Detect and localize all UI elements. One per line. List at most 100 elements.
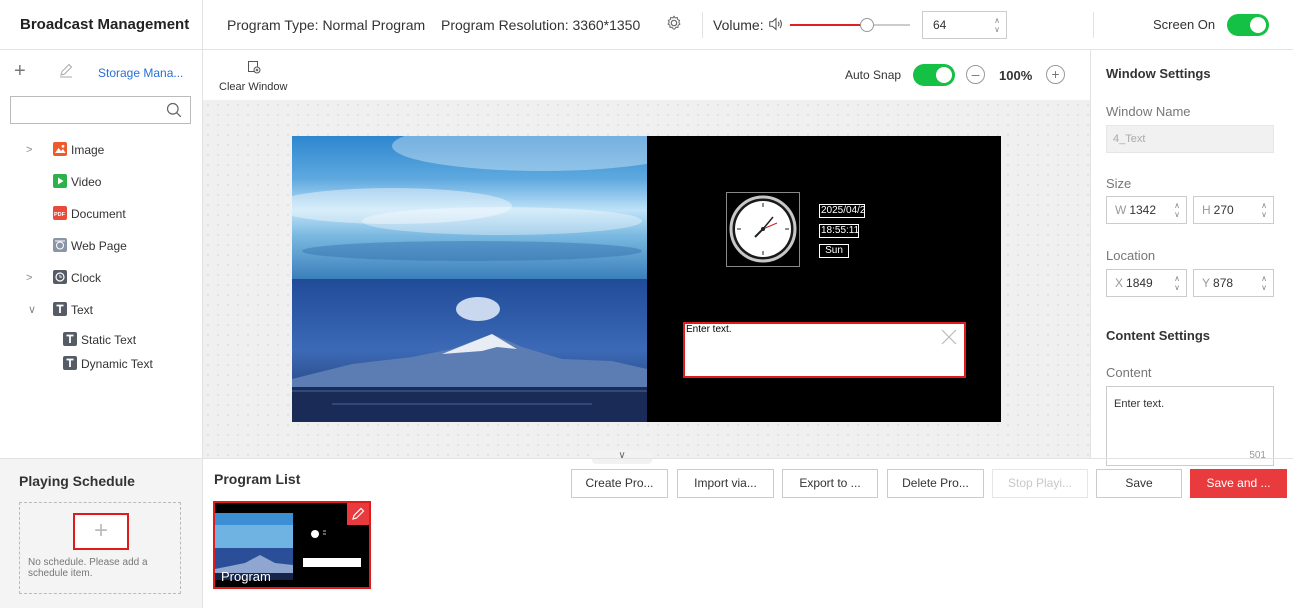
- add-icon[interactable]: +: [14, 60, 26, 83]
- svg-text:PDF: PDF: [54, 212, 66, 218]
- zoom-in-button[interactable]: +: [1046, 65, 1065, 84]
- volume-slider-fill: [790, 24, 867, 26]
- edit-program-button[interactable]: [347, 503, 369, 525]
- clock-icon: [53, 270, 67, 284]
- volume-input[interactable]: 64 ∧ ∨: [922, 11, 1007, 39]
- top-bar: Broadcast Management Program Type: Norma…: [0, 0, 1293, 50]
- clock-time: 18:55:11: [819, 224, 859, 238]
- program-resolution-label: Program Resolution: 3360*1350: [441, 17, 641, 33]
- tree-item-label: Image: [71, 143, 105, 157]
- chevron-right-icon[interactable]: >: [26, 140, 32, 160]
- tree-item-label: Dynamic Text: [81, 357, 153, 371]
- material-search[interactable]: [10, 96, 191, 124]
- image-window-mountain[interactable]: [292, 279, 647, 422]
- image-icon: [53, 142, 67, 156]
- divider: [1093, 12, 1094, 38]
- tree-item-label: Document: [71, 207, 126, 221]
- text-icon: [63, 356, 77, 370]
- volume-slider-handle[interactable]: [859, 18, 874, 32]
- height-field[interactable]: H 270 ∧ ∨: [1193, 196, 1274, 224]
- tree-item-static-text[interactable]: Static Text: [63, 330, 136, 350]
- storage-management-link[interactable]: Storage Mana...: [98, 66, 183, 80]
- x-spinner-icon[interactable]: ∧ ∨: [1174, 274, 1180, 292]
- auto-snap-toggle[interactable]: [913, 64, 955, 86]
- speaker-icon[interactable]: [767, 15, 785, 33]
- edit-icon: [352, 507, 365, 520]
- mountain-image: [292, 297, 647, 422]
- screen-on-toggle[interactable]: [1227, 14, 1269, 36]
- playing-schedule-heading: Playing Schedule: [19, 473, 135, 489]
- program-thumbnail[interactable]: Program: [213, 501, 371, 589]
- content-value: Enter text.: [1114, 398, 1165, 410]
- gear-icon[interactable]: [665, 14, 683, 32]
- program-list-heading: Program List: [214, 471, 301, 487]
- program-screen[interactable]: 2025/04/2 18:55:11 Sun Enter text.: [292, 136, 1001, 422]
- auto-snap-label: Auto Snap: [845, 68, 902, 82]
- content-settings-heading: Content Settings: [1106, 328, 1210, 343]
- stop-playing-button[interactable]: Stop Playi...: [992, 469, 1088, 498]
- close-icon[interactable]: [940, 328, 958, 346]
- schedule-empty-area: + No schedule. Please add a schedule ite…: [19, 502, 181, 594]
- tree-item-label: Text: [71, 303, 94, 317]
- volume-value: 64: [933, 18, 947, 32]
- window-name-field: 4_Text: [1106, 125, 1274, 153]
- save-button[interactable]: Save: [1096, 469, 1182, 498]
- clear-window-label: Clear Window: [219, 81, 288, 93]
- delete-program-button[interactable]: Delete Pro...: [887, 469, 984, 498]
- y-field[interactable]: Y 878 ∧ ∨: [1193, 269, 1274, 297]
- toggle-knob: [1250, 17, 1266, 33]
- x-field[interactable]: X 1849 ∧ ∨: [1106, 269, 1187, 297]
- y-spinner-icon[interactable]: ∧ ∨: [1261, 274, 1267, 292]
- tree-item-label: Web Page: [71, 239, 127, 253]
- height-value: 270: [1213, 203, 1234, 217]
- import-button[interactable]: Import via...: [677, 469, 774, 498]
- chevron-right-icon[interactable]: >: [26, 268, 32, 288]
- sky-image: [292, 136, 647, 261]
- height-spinner-icon[interactable]: ∧ ∨: [1261, 201, 1267, 219]
- playing-schedule-panel: Playing Schedule + No schedule. Please a…: [0, 459, 203, 608]
- text-window-selected[interactable]: Enter text.: [683, 322, 966, 378]
- x-value: 1849: [1126, 276, 1153, 290]
- tree-item-video[interactable]: Video: [53, 172, 101, 192]
- text-window-content: Enter text.: [686, 324, 732, 335]
- x-prefix: X: [1115, 276, 1124, 290]
- location-label: Location: [1106, 248, 1156, 263]
- add-schedule-button[interactable]: +: [73, 513, 129, 550]
- content-textarea[interactable]: Enter text. 501: [1106, 386, 1274, 466]
- volume-spinner-icon[interactable]: ∧ ∨: [994, 16, 1000, 34]
- clock-day: Sun: [819, 244, 849, 258]
- export-button[interactable]: Export to ...: [782, 469, 878, 498]
- create-program-button[interactable]: Create Pro...: [571, 469, 668, 498]
- zoom-level: 100%: [999, 68, 1033, 83]
- search-icon[interactable]: [166, 102, 182, 118]
- size-label: Size: [1106, 176, 1132, 191]
- search-input[interactable]: [15, 100, 155, 120]
- clock-window[interactable]: [726, 192, 800, 267]
- analog-clock-icon: [729, 195, 797, 263]
- width-spinner-icon[interactable]: ∧ ∨: [1174, 201, 1180, 219]
- edit-icon[interactable]: [58, 62, 74, 78]
- toggle-knob: [936, 67, 952, 83]
- bottom-panel: Playing Schedule + No schedule. Please a…: [0, 458, 1293, 608]
- material-panel: + Storage Mana... > Image Video PDF Docu…: [0, 50, 203, 458]
- clear-window-icon: [248, 61, 261, 74]
- text-icon: [53, 302, 67, 316]
- tree-item-web-page[interactable]: Web Page: [53, 236, 127, 256]
- content-label: Content: [1106, 365, 1152, 380]
- y-value: 878: [1213, 276, 1234, 290]
- save-and-button[interactable]: Save and ...: [1190, 469, 1287, 498]
- tree-item-label: Clock: [71, 271, 102, 285]
- pdf-icon: PDF: [53, 206, 67, 220]
- window-settings-panel: Window Settings Window Name 4_Text Size …: [1090, 50, 1293, 466]
- width-field[interactable]: W 1342 ∧ ∨: [1106, 196, 1187, 224]
- chevron-down-icon[interactable]: ∨: [28, 300, 36, 320]
- image-window-sky[interactable]: [292, 136, 647, 279]
- editing-canvas[interactable]: 2025/04/2 18:55:11 Sun Enter text. > ∨: [203, 100, 1102, 464]
- tree-item-document[interactable]: PDF Document: [53, 204, 126, 224]
- webpage-icon: [53, 238, 67, 252]
- tree-item-dynamic-text[interactable]: Dynamic Text: [63, 354, 153, 374]
- height-prefix: H: [1202, 203, 1211, 217]
- y-prefix: Y: [1202, 276, 1211, 290]
- volume-slider[interactable]: [790, 18, 910, 32]
- zoom-out-button[interactable]: –: [966, 65, 985, 84]
